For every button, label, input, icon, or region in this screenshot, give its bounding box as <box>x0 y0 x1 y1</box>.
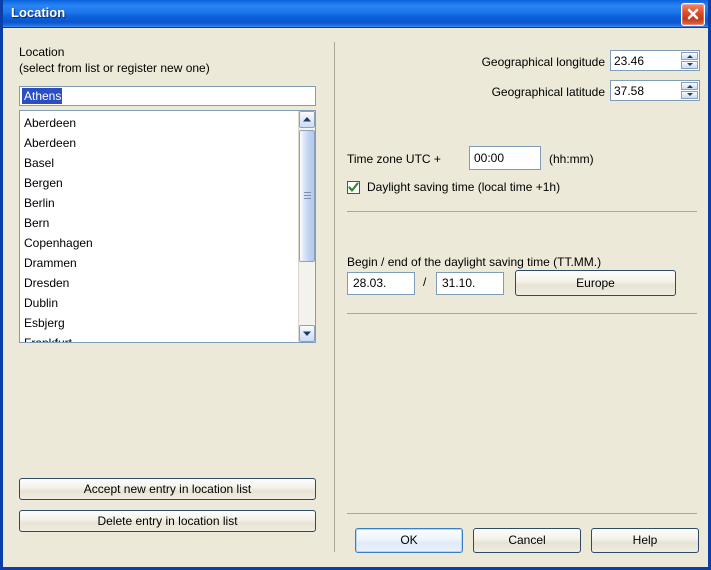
list-item[interactable]: Esbjerg <box>24 313 303 333</box>
longitude-value: 23.46 <box>614 54 645 68</box>
grip-icon <box>304 192 311 199</box>
list-item[interactable]: Aberdeen <box>24 113 303 133</box>
location-dialog: Location Location (select from list or r… <box>0 0 711 570</box>
chevron-up-icon[interactable] <box>299 111 315 128</box>
dst-begin-input[interactable]: 28.03. <box>347 272 415 295</box>
location-sublabel: (select from list or register new one) <box>19 61 210 75</box>
ok-button[interactable]: OK <box>355 528 463 553</box>
list-item[interactable]: Dublin <box>24 293 303 313</box>
location-listbox[interactable]: Aberdeen Aberdeen Basel Bergen Berlin Bern Cop… <box>19 110 316 343</box>
region-europe-button[interactable]: Europe <box>515 270 676 296</box>
location-input-value: Athens <box>22 88 63 104</box>
list-item[interactable]: Frankfurt <box>24 333 303 342</box>
timezone-unit-label: (hh:mm) <box>549 152 594 166</box>
spin-up-icon[interactable] <box>681 52 698 60</box>
close-icon[interactable] <box>681 3 705 26</box>
spin-up-icon[interactable] <box>681 82 698 90</box>
latitude-value: 37.58 <box>614 84 645 98</box>
list-item[interactable]: Bergen <box>24 173 303 193</box>
list-item[interactable]: Copenhagen <box>24 233 303 253</box>
cancel-button[interactable]: Cancel <box>473 528 581 553</box>
list-item[interactable]: Basel <box>24 153 303 173</box>
list-item[interactable]: Dresden <box>24 273 303 293</box>
longitude-label: Geographical longitude <box>481 55 605 69</box>
chevron-down-icon[interactable] <box>299 325 315 342</box>
window-title: Location <box>11 5 66 20</box>
list-item[interactable]: Bern <box>24 213 303 233</box>
spin-down-icon[interactable] <box>681 61 698 69</box>
dst-range-label: Begin / end of the daylight saving time … <box>347 255 602 269</box>
section-divider-2 <box>347 313 697 314</box>
dialog-body: Location (select from list or register n… <box>3 28 708 567</box>
list-item[interactable]: Drammen <box>24 253 303 273</box>
timezone-label: Time zone UTC + <box>347 152 441 166</box>
timezone-input[interactable]: 00:00 <box>469 146 541 170</box>
section-divider-3 <box>347 513 697 514</box>
location-input[interactable]: Athens <box>19 86 316 106</box>
latitude-spin-buttons[interactable] <box>681 82 698 99</box>
list-item[interactable]: Aberdeen <box>24 133 303 153</box>
latitude-label: Geographical latitude <box>491 85 605 99</box>
title-bar: Location <box>3 0 708 28</box>
list-item[interactable]: Berlin <box>24 193 303 213</box>
section-divider-1 <box>347 211 697 212</box>
dst-separator: / <box>423 275 427 289</box>
location-label: Location <box>19 45 65 59</box>
latitude-stepper[interactable]: 37.58 <box>610 80 700 101</box>
spin-down-icon[interactable] <box>681 91 698 99</box>
listbox-scrollbar[interactable] <box>298 111 315 342</box>
dst-checkbox[interactable] <box>347 181 360 194</box>
panel-divider <box>334 42 335 552</box>
location-list-items: Aberdeen Aberdeen Basel Bergen Berlin Bern Cop… <box>20 111 303 342</box>
scrollbar-thumb[interactable] <box>299 130 315 262</box>
dst-checkbox-label: Daylight saving time (local time +1h) <box>367 180 561 194</box>
accept-new-entry-button[interactable]: Accept new entry in location list <box>19 478 316 500</box>
delete-entry-button[interactable]: Delete entry in location list <box>19 510 316 532</box>
longitude-stepper[interactable]: 23.46 <box>610 50 700 71</box>
help-button[interactable]: Help <box>591 528 699 553</box>
longitude-spin-buttons[interactable] <box>681 52 698 69</box>
dst-end-input[interactable]: 31.10. <box>436 272 504 295</box>
